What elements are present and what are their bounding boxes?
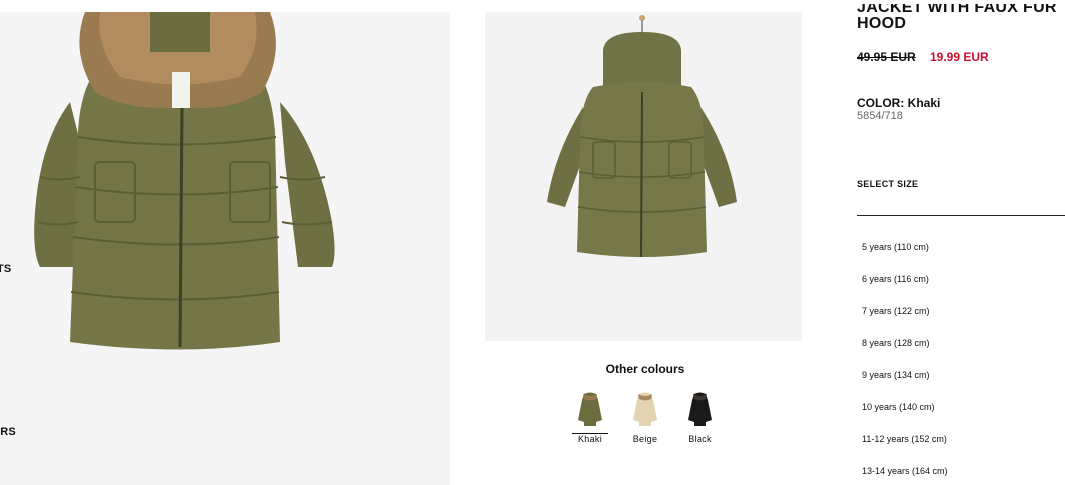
secondary-product-image[interactable] bbox=[485, 12, 802, 341]
jacket-image bbox=[34, 12, 335, 350]
size-option[interactable]: 7 years (122 cm) bbox=[862, 306, 930, 316]
swatch-label: Beige bbox=[632, 434, 658, 444]
nav-item[interactable]: USERS bbox=[0, 426, 16, 438]
selected-indicator bbox=[572, 433, 608, 434]
swatch-beige[interactable]: Beige bbox=[625, 392, 665, 444]
product-page: S SUITS S USERS bbox=[0, 0, 1065, 485]
product-title: JACKET WITH FAUX FUR HOOD bbox=[857, 4, 1065, 32]
black-jacket-thumbnail bbox=[688, 392, 712, 426]
size-divider bbox=[857, 215, 1065, 216]
size-option[interactable]: 8 years (128 cm) bbox=[862, 338, 930, 348]
main-product-image[interactable] bbox=[0, 12, 450, 485]
product-title-line2: HOOD bbox=[857, 15, 907, 32]
size-option[interactable]: 11-12 years (152 cm) bbox=[862, 434, 947, 444]
sale-price: 19.99 EUR bbox=[930, 50, 989, 64]
category-nav: S SUITS S USERS bbox=[0, 0, 60, 485]
nav-item[interactable]: SUITS bbox=[0, 263, 11, 275]
product-title-line1: JACKET WITH FAUX FUR bbox=[857, 4, 1057, 16]
beige-jacket-thumbnail bbox=[633, 392, 657, 426]
size-option[interactable]: 10 years (140 cm) bbox=[862, 402, 935, 412]
size-option[interactable]: 9 years (134 cm) bbox=[862, 370, 930, 380]
swatch-label: Black bbox=[688, 434, 712, 444]
original-price: 49.95 EUR bbox=[857, 50, 916, 64]
other-colours-title: Other colours bbox=[605, 362, 685, 376]
select-size-label: SELECT SIZE bbox=[857, 179, 919, 189]
size-option[interactable]: 6 years (116 cm) bbox=[862, 274, 929, 284]
jacket-hanger-image bbox=[547, 15, 737, 258]
size-option[interactable]: 13-14 years (164 cm) bbox=[862, 466, 948, 476]
product-reference: 5854/718 bbox=[857, 110, 903, 122]
khaki-jacket-thumbnail bbox=[578, 392, 602, 426]
other-colours: Other colours bbox=[560, 362, 730, 376]
swatch-label: Khaki bbox=[577, 434, 602, 444]
swatch-khaki[interactable]: Khaki bbox=[570, 392, 610, 444]
size-option[interactable]: 5 years (110 cm) bbox=[862, 242, 929, 252]
color-label: COLOR: Khaki bbox=[857, 96, 941, 110]
swatch-black[interactable]: Black bbox=[680, 392, 720, 444]
